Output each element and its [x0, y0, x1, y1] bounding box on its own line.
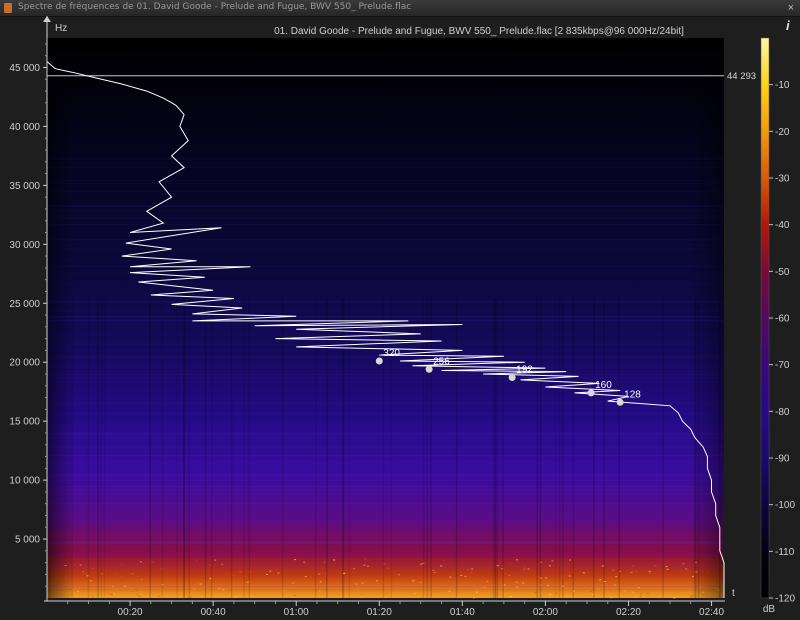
colorbar-tick-label: -100: [775, 500, 795, 511]
bitrate-marker-320: [375, 357, 383, 365]
cutoff-label: 44 293: [727, 71, 756, 82]
x-tick-label: 02:40: [699, 607, 724, 618]
bitrate-marker-label: 192: [516, 365, 533, 376]
colorbar-tick-label: -40: [775, 220, 790, 231]
colorbar-tick-label: -70: [775, 360, 790, 371]
bitrate-marker-192: [508, 374, 516, 382]
bitrate-marker-label: 128: [624, 389, 641, 400]
bitrate-marker-160: [587, 389, 595, 397]
y-tick-label: 45 000: [9, 63, 40, 74]
y-axis-ticks: 5 000 10 000 15 000 20 000 25 000 30 000 35 00…: [9, 43, 47, 587]
window-title: Spectre de fréquences de 01. David Goode…: [18, 2, 412, 12]
y-tick-label: 20 000: [9, 358, 40, 369]
x-tick-label: 00:20: [118, 607, 143, 618]
colorbar-tick-label: -110: [775, 547, 795, 558]
colorbar-tick-label: -10: [775, 80, 790, 91]
y-axis-arrow: [43, 16, 51, 22]
x-tick-label: 02:20: [616, 607, 641, 618]
x-axis-ticks: 00:20 00:40 01:00 01:20 01:40 02:00 02:20 02:40: [67, 601, 724, 618]
colorbar-ticks: -10 -20 -30 -40 -50 -60 -70 -80 -90 -100 -110 -120: [769, 80, 795, 605]
x-axis-unit: t: [732, 588, 735, 599]
colorbar-tick-label: -60: [775, 314, 790, 325]
bitrate-marker-256: [425, 365, 433, 373]
y-tick-label: 40 000: [9, 122, 40, 133]
x-tick-label: 01:40: [450, 607, 475, 618]
colorbar-tick-label: -90: [775, 454, 790, 465]
colorbar-tick-label: -50: [775, 267, 790, 278]
colorbar-tick-label: -80: [775, 407, 790, 418]
colorbar-tick-label: -20: [775, 127, 790, 138]
spectrogram-edge-fade: [47, 38, 724, 598]
spectrogram-view: 44 293 320 256 192 160 128 Hz 01. David Good…: [9, 16, 795, 618]
close-icon[interactable]: ×: [785, 2, 797, 14]
y-tick-label: 35 000: [9, 181, 40, 192]
colorbar-unit: dB: [763, 604, 776, 615]
bitrate-marker-label: 320: [383, 348, 400, 359]
y-tick-label: 15 000: [9, 417, 40, 428]
x-tick-label: 01:20: [367, 607, 392, 618]
y-tick-label: 25 000: [9, 299, 40, 310]
app-icon: [4, 3, 12, 13]
y-tick-label: 5 000: [15, 535, 40, 546]
colorbar-tick-label: -120: [775, 594, 795, 605]
info-icon[interactable]: i: [786, 18, 790, 33]
file-info-title: 01. David Goode - Prelude and Fugue, BWV…: [274, 26, 684, 37]
x-tick-label: 00:40: [201, 607, 226, 618]
x-tick-label: 02:00: [533, 607, 558, 618]
x-tick-label: 01:00: [284, 607, 309, 618]
colorbar-tick-label: -30: [775, 174, 790, 185]
colorbar: [760, 37, 770, 599]
bitrate-marker-128: [616, 398, 624, 406]
bitrate-marker-label: 256: [433, 356, 450, 367]
bitrate-marker-label: 160: [595, 380, 612, 391]
y-axis-unit: Hz: [55, 23, 67, 34]
y-tick-label: 10 000: [9, 476, 40, 487]
window-titlebar: Spectre de fréquences de 01. David Goode…: [0, 0, 800, 17]
y-tick-label: 30 000: [9, 240, 40, 251]
